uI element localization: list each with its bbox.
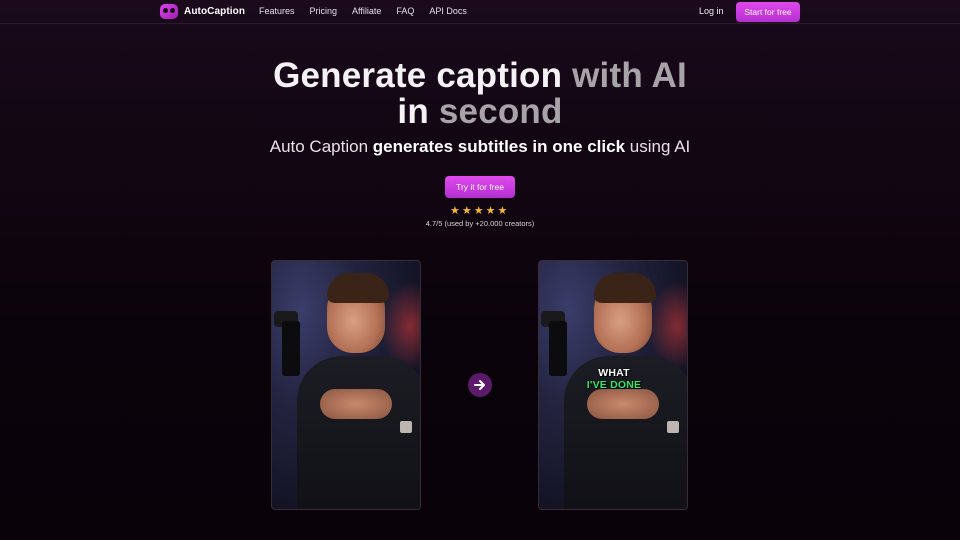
rating-text: 4.7/5 (used by +20.000 creators) (425, 219, 535, 228)
hero-sub-plain-1: Auto Caption (269, 137, 369, 156)
nav-link-pricing[interactable]: Pricing (310, 6, 338, 16)
logo-icon (160, 4, 178, 19)
nav-link-api-docs[interactable]: API Docs (429, 6, 467, 16)
hero-subtitle: Auto Caption generates subtitles in one … (0, 137, 960, 157)
caption-line-2: I'VE DONE (586, 379, 642, 391)
nav-links: Features Pricing Affiliate FAQ API Docs (259, 6, 467, 16)
star-icon: ★ (461, 205, 472, 217)
try-it-for-free-button[interactable]: Try it for free (445, 176, 515, 198)
person-hands (320, 389, 392, 419)
hero-sub-bold: generates subtitles in one click (372, 137, 626, 156)
brand-name: AutoCaption (184, 6, 246, 17)
person-body (297, 356, 420, 509)
video-after[interactable]: WHAT I'VE DONE (538, 260, 688, 510)
start-for-free-button[interactable]: Start for free (736, 2, 800, 22)
hero-title-white-1: Generate caption (273, 56, 563, 95)
arrow-right-icon (468, 373, 492, 397)
generated-caption: WHAT I'VE DONE (539, 367, 687, 391)
nav-link-affiliate[interactable]: Affiliate (352, 6, 381, 16)
person-hair (327, 273, 389, 303)
caption-line-1: WHAT (598, 367, 630, 379)
hero-title: Generate caption with AI in second (0, 58, 960, 130)
mic-arm (282, 321, 300, 376)
star-icon: ★ (473, 205, 484, 217)
hero-title-white-2: in (397, 92, 429, 131)
video-before[interactable] (271, 260, 421, 510)
person-hands (587, 389, 659, 419)
watch-icon (400, 421, 412, 433)
person-hair (594, 273, 656, 303)
star-icon: ★ (497, 205, 508, 217)
watch-icon (667, 421, 679, 433)
brand-logo[interactable]: AutoCaption (160, 4, 245, 19)
arrow-right-glyph (474, 380, 485, 390)
nav-link-features[interactable]: Features (259, 6, 295, 16)
top-nav: AutoCaption Features Pricing Affiliate F… (0, 0, 960, 24)
nav-link-faq[interactable]: FAQ (396, 6, 414, 16)
hero-title-grey-2: second (438, 92, 563, 131)
login-link[interactable]: Log in (699, 6, 724, 16)
rating-stars: ★ ★ ★ ★ ★ (450, 205, 510, 217)
star-icon: ★ (450, 205, 460, 217)
hero-title-grey-1: with AI (572, 56, 687, 95)
star-icon: ★ (485, 205, 496, 217)
hero-sub-plain-2: using AI (629, 137, 691, 156)
